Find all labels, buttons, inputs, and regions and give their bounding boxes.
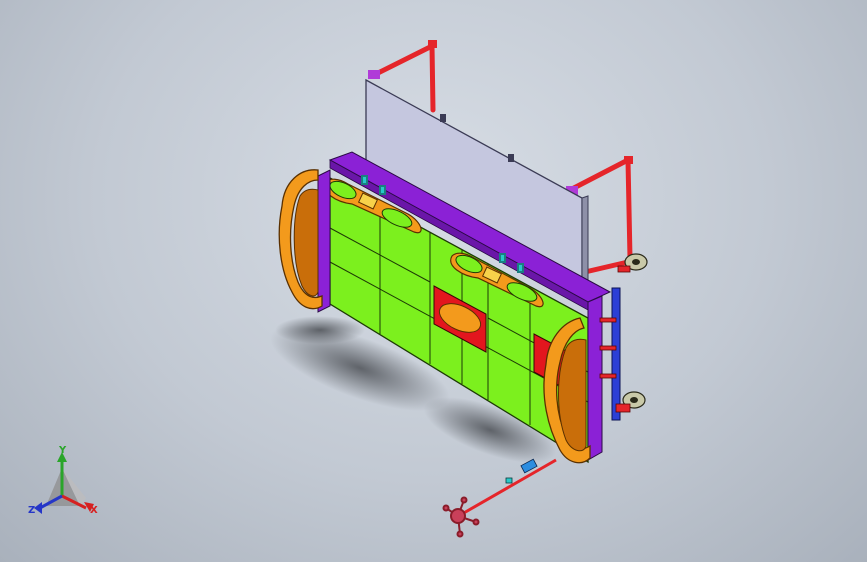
board-clip — [508, 154, 514, 162]
graphics-viewport[interactable]: Y X Z — [0, 0, 867, 562]
wheel-bracket — [615, 403, 631, 413]
pipe-joint — [624, 156, 633, 164]
ground-shadow — [275, 316, 365, 344]
x-axis-label: X — [90, 505, 98, 516]
whiteboard-edge — [581, 195, 589, 291]
cad-model[interactable] — [0, 0, 867, 562]
left-post — [317, 169, 331, 313]
board-clip — [440, 114, 446, 122]
z-axis-label: Z — [28, 505, 36, 516]
wheel-bracket — [617, 265, 631, 273]
pipe-joint — [368, 70, 380, 79]
extension-arm — [461, 458, 557, 516]
y-axis-label: Y — [59, 445, 67, 456]
coordinate-triad[interactable]: Y X Z — [26, 446, 106, 522]
right-post-blue — [611, 287, 621, 421]
star-knob — [442, 496, 480, 538]
pipe-joint — [428, 40, 437, 48]
arm-clamp — [505, 477, 513, 484]
